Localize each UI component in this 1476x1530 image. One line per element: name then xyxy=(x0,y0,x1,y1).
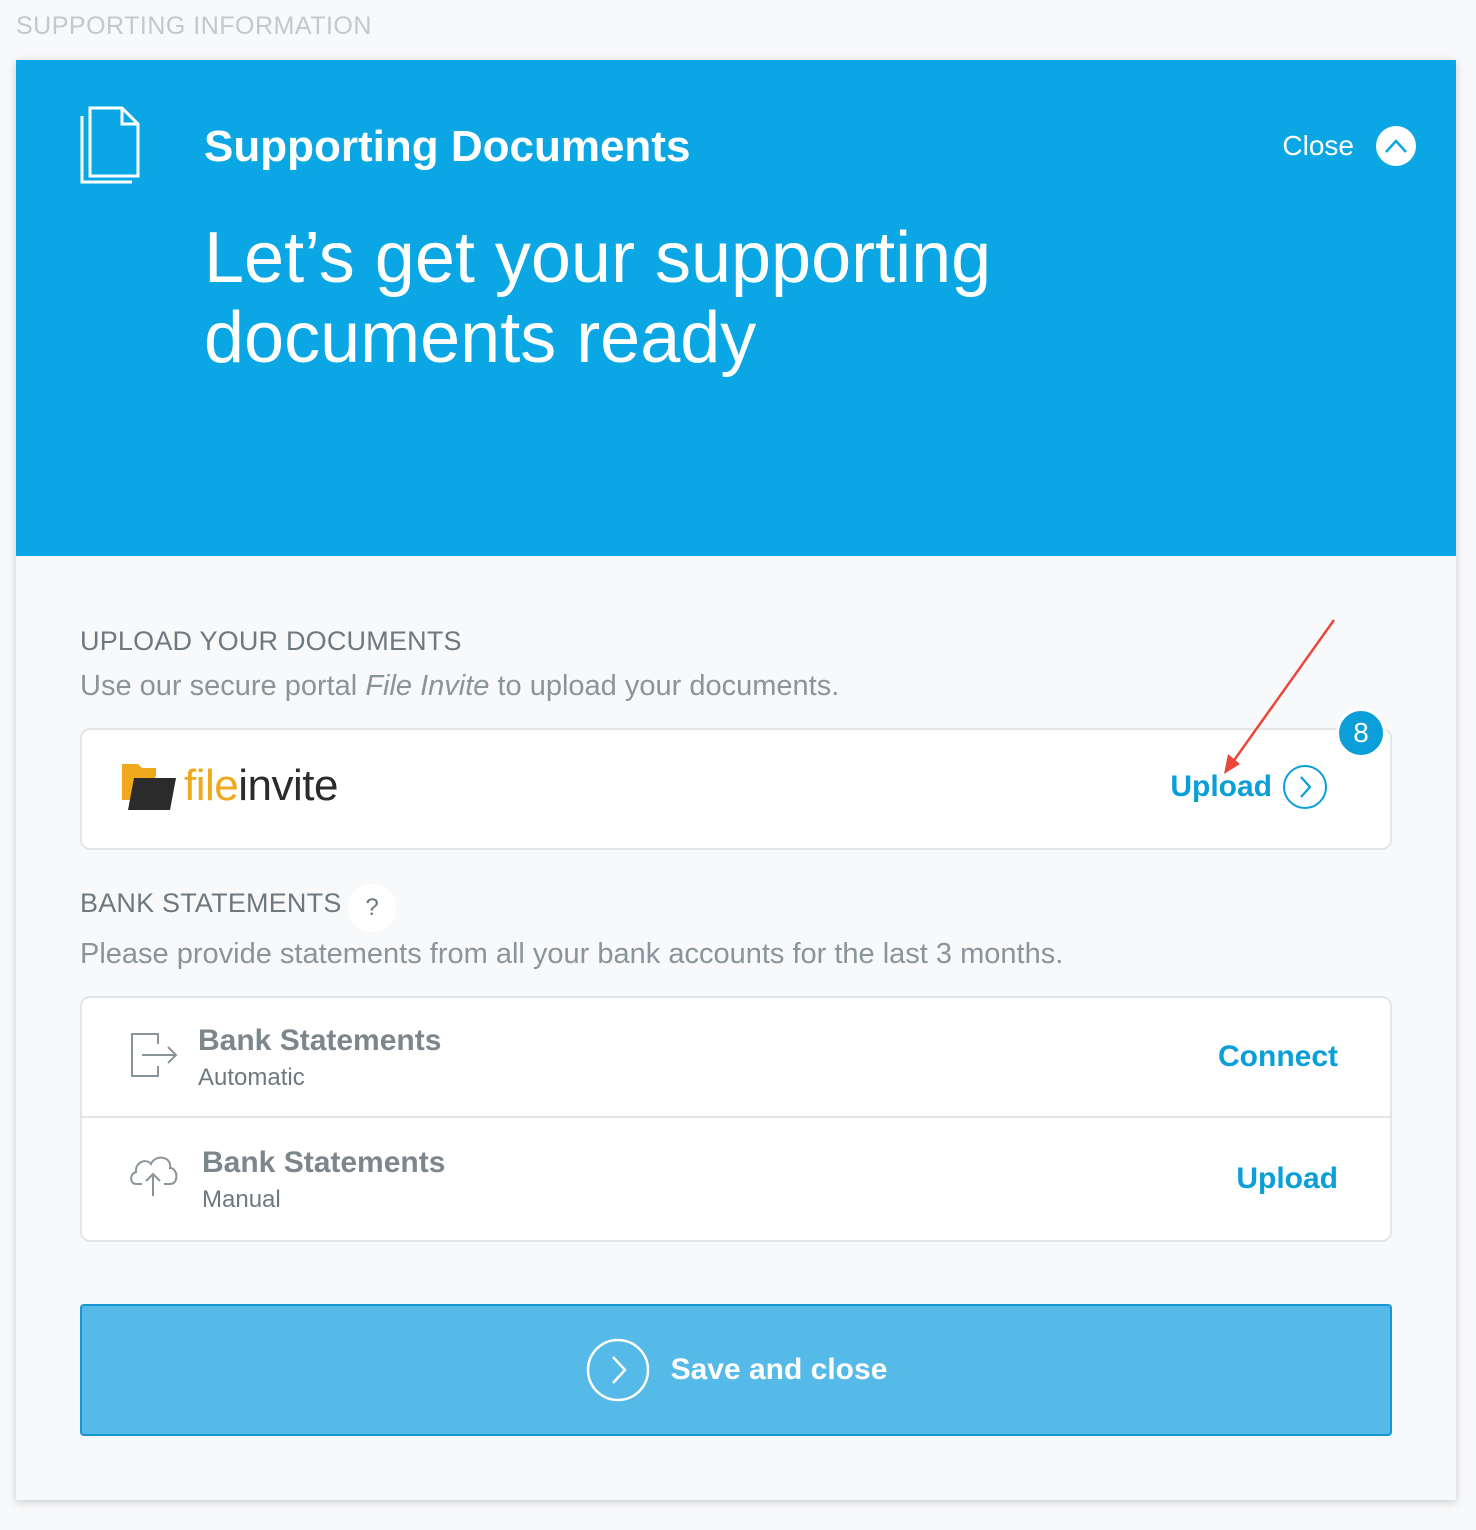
row-title: Bank Statements xyxy=(198,1024,442,1057)
upload-label: Upload xyxy=(1170,770,1272,803)
upload-desc-portal-name: File Invite xyxy=(365,670,490,702)
chevron-up-icon xyxy=(1376,126,1416,166)
row-subtitle: Automatic xyxy=(198,1064,305,1091)
section-label: SUPPORTING INFORMATION xyxy=(16,12,372,40)
panel-title: Supporting Documents xyxy=(204,122,691,171)
step-badge: 8 xyxy=(1336,708,1386,758)
save-and-close-button[interactable]: Save and close xyxy=(80,1304,1392,1436)
row-title: Bank Statements xyxy=(202,1146,446,1179)
manual-upload-link[interactable]: Upload xyxy=(1236,1162,1338,1196)
upload-desc-text-1: Use our secure portal xyxy=(80,670,366,702)
connect-link[interactable]: Connect xyxy=(1218,1040,1338,1074)
export-icon xyxy=(128,1030,180,1080)
bank-section-description: Please provide statements from all your … xyxy=(80,938,1064,970)
upload-section-label: UPLOAD YOUR DOCUMENTS xyxy=(80,626,462,656)
bank-section-label: BANK STATEMENTS xyxy=(80,888,342,918)
fileinvite-card[interactable]: fileinvite Upload xyxy=(80,728,1392,850)
hero-heading-line-1: Let’s get your supporting xyxy=(204,218,992,298)
bank-statements-automatic-row[interactable]: Bank Statements Automatic Connect xyxy=(82,998,1390,1118)
documents-icon xyxy=(78,106,142,184)
folder-icon xyxy=(122,764,176,810)
row-subtitle: Manual xyxy=(202,1186,281,1213)
upload-section-description: Use our secure portal File Invite to upl… xyxy=(80,670,839,703)
close-label: Close xyxy=(1282,130,1354,161)
logo-text-file: file xyxy=(184,761,239,810)
hero-heading: Let’s get your supporting documents read… xyxy=(204,218,1204,378)
chevron-right-circle-icon xyxy=(586,1338,649,1402)
help-button[interactable]: ? xyxy=(348,884,396,932)
chevron-right-circle-icon xyxy=(1283,765,1327,809)
cloud-upload-icon xyxy=(128,1150,180,1200)
supporting-documents-panel: Supporting Documents Close Let’s get you… xyxy=(16,60,1456,1500)
upload-desc-text-2: to upload your documents. xyxy=(489,670,840,702)
save-and-close-label: Save and close xyxy=(670,1353,888,1386)
fileinvite-upload-link[interactable]: Upload xyxy=(1170,764,1328,810)
fileinvite-logo: fileinvite xyxy=(120,760,338,812)
close-button[interactable]: Close xyxy=(1282,126,1416,166)
bank-statements-card: Bank Statements Automatic Connect Bank S… xyxy=(80,996,1392,1242)
panel-header: Supporting Documents Close Let’s get you… xyxy=(16,60,1456,556)
bank-statements-manual-row[interactable]: Bank Statements Manual Upload xyxy=(82,1120,1390,1240)
logo-text-invite: invite xyxy=(238,761,338,810)
hero-heading-line-2: documents ready xyxy=(204,298,757,378)
